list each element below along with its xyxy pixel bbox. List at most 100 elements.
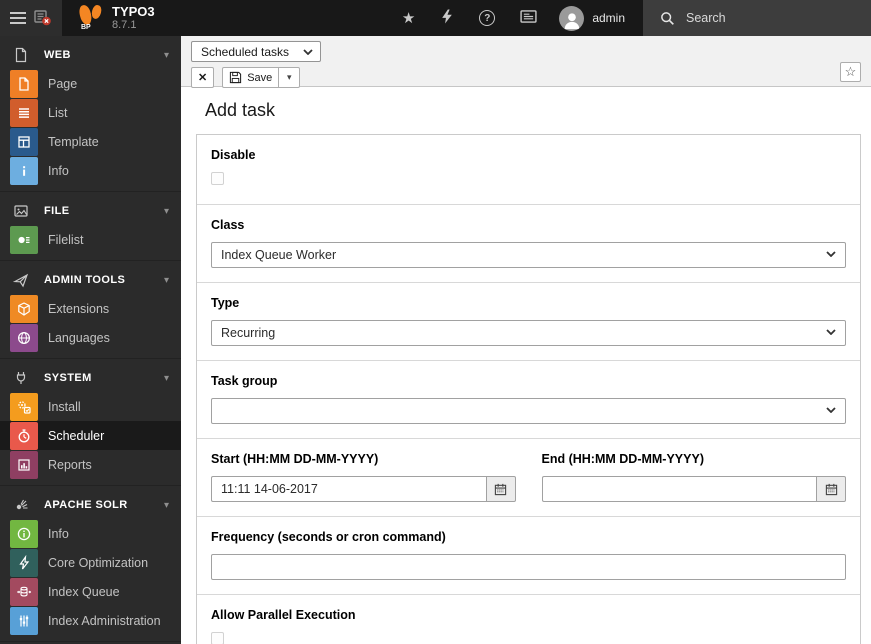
rocket-icon — [12, 272, 29, 288]
user-name: admin — [592, 11, 625, 25]
sidebar-item-label: Page — [48, 76, 78, 91]
parallel-checkbox[interactable] — [211, 632, 224, 644]
plug-icon — [13, 370, 29, 386]
start-calendar-button[interactable] — [485, 476, 516, 502]
clear-cache-bolt-icon[interactable] — [440, 9, 454, 27]
save-options-button[interactable]: ▾ — [279, 67, 301, 88]
sidebar-item-index-queue[interactable]: Index Queue — [0, 577, 181, 606]
menu-section-web: WEB ▾ Page List Template Info — [0, 36, 181, 192]
help-icon[interactable]: ? — [479, 10, 496, 26]
calendar-icon — [825, 483, 837, 495]
module-function-select[interactable]: Scheduled tasks — [191, 41, 322, 62]
scheduler-clock-icon — [10, 421, 38, 450]
start-field-column: Start (HH:MM DD-MM-YYYY) — [211, 452, 516, 502]
info-icon — [10, 156, 38, 185]
start-input[interactable] — [211, 476, 486, 502]
disable-label: Disable — [211, 148, 256, 162]
save-button[interactable]: Save — [222, 67, 280, 88]
typo3-logo-icon: BP — [77, 3, 104, 31]
sidebar-item-install[interactable]: Install — [0, 392, 181, 421]
sidebar-item-label: Index Queue — [48, 584, 120, 599]
class-label: Class — [211, 218, 245, 232]
parallel-label: Allow Parallel Execution — [211, 608, 356, 622]
sidebar-item-filelist[interactable]: Filelist — [0, 225, 181, 254]
index-administration-sliders-icon — [10, 606, 38, 635]
sidebar-item-label: Info — [48, 163, 69, 178]
floppy-disk-icon — [230, 71, 242, 84]
module-body: Scheduled tasks ✕ Save ▾ ☆ Add task Disa… — [181, 36, 871, 644]
brand-version: 8.7.1 — [112, 19, 137, 31]
sidebar-item-index-administration[interactable]: Index Administration — [0, 606, 181, 635]
menu-header-apache-solr[interactable]: APACHE SOLR ▾ — [0, 491, 181, 519]
save-split-button: Save ▾ — [222, 67, 301, 88]
extensions-cube-icon — [10, 294, 38, 323]
frequency-input[interactable] — [211, 554, 846, 580]
opendocs-icon[interactable] — [34, 10, 52, 26]
end-input[interactable] — [541, 476, 816, 502]
form-section-class: Class Index Queue Worker — [197, 204, 860, 282]
search-box[interactable]: Search — [643, 0, 871, 36]
menu-header-system[interactable]: SYSTEM ▾ — [0, 364, 181, 392]
sidebar-item-solr-info[interactable]: Info — [0, 519, 181, 548]
menu-header-web[interactable]: WEB ▾ — [0, 41, 181, 69]
module-select-value: Scheduled tasks — [201, 44, 290, 59]
bookmarks-star-icon[interactable]: ★ — [402, 11, 415, 26]
docheader-buttons: ✕ Save ▾ — [191, 67, 861, 88]
menu-header-admin-tools[interactable]: ADMIN TOOLS ▾ — [0, 266, 181, 294]
chevron-down-icon: ▾ — [163, 372, 169, 384]
task-group-label: Task group — [211, 374, 278, 388]
calendar-icon — [494, 483, 507, 495]
sidebar-item-label: List — [48, 105, 68, 120]
chevron-down-icon: ▾ — [163, 49, 169, 61]
menu-section-system: SYSTEM ▾ Install Scheduler Reports — [0, 359, 181, 486]
topbar: BP TYPO3 8.7.1 ★ ? admin Search — [0, 0, 871, 36]
index-queue-database-icon — [10, 577, 38, 606]
type-select[interactable]: Recurring — [211, 320, 846, 346]
sidebar-item-reports[interactable]: Reports — [0, 450, 181, 479]
search-icon — [661, 11, 674, 25]
sidebar-item-extensions[interactable]: Extensions — [0, 294, 181, 323]
menu-section-apache-solr: APACHE SOLR ▾ Info Core Optimization Ind… — [0, 486, 181, 642]
user-menu[interactable]: admin — [559, 0, 643, 36]
content-area: Add task Disable Class Index Queue Worke… — [181, 100, 871, 644]
menu-header-label: SYSTEM — [44, 372, 92, 384]
solr-sun-icon — [13, 497, 29, 513]
class-select[interactable]: Index Queue Worker — [211, 242, 846, 268]
menu-icon[interactable] — [10, 12, 26, 24]
list-icon — [10, 98, 38, 127]
chevron-down-icon — [826, 329, 836, 335]
sidebar-item-languages[interactable]: Languages — [0, 323, 181, 352]
menu-header-file[interactable]: FILE ▾ — [0, 197, 181, 225]
module-menu: WEB ▾ Page List Template Info FILE ▾ Fil… — [0, 36, 181, 644]
close-button[interactable]: ✕ — [191, 67, 215, 88]
start-label: Start (HH:MM DD-MM-YYYY) — [211, 452, 379, 466]
form-section-task-group: Task group — [197, 360, 860, 438]
bookmark-button[interactable]: ☆ — [840, 62, 861, 82]
sidebar-item-scheduler[interactable]: Scheduler — [0, 421, 181, 450]
menu-header-label: ADMIN TOOLS — [44, 274, 126, 286]
task-form: Disable Class Index Queue Worker Type Re… — [196, 134, 861, 644]
frequency-label: Frequency (seconds or cron command) — [211, 530, 446, 544]
chevron-down-icon — [826, 407, 836, 413]
sidebar-item-template[interactable]: Template — [0, 127, 181, 156]
install-gears-icon — [10, 392, 38, 421]
task-group-select[interactable] — [211, 398, 846, 424]
disable-checkbox[interactable] — [211, 172, 224, 185]
end-calendar-button[interactable] — [816, 476, 846, 502]
form-section-start-end: Start (HH:MM DD-MM-YYYY) 11:11 14-06-201… — [197, 438, 860, 516]
type-label: Type — [211, 296, 240, 310]
end-label: End (HH:MM DD-MM-YYYY) — [541, 452, 704, 466]
form-section-parallel: Allow Parallel Execution — [197, 594, 860, 644]
type-select-value: Recurring — [221, 326, 276, 340]
form-section-type: Type Recurring — [197, 282, 860, 360]
sidebar-item-label: Extensions — [48, 301, 110, 316]
sidebar-item-info[interactable]: Info — [0, 156, 181, 185]
chevron-down-icon — [826, 251, 836, 257]
sidebar-item-label: Filelist — [48, 232, 84, 247]
brand[interactable]: BP TYPO3 8.7.1 — [62, 0, 181, 36]
sidebar-item-page[interactable]: Page — [0, 69, 181, 98]
sidebar-item-core-optimization[interactable]: Core Optimization — [0, 548, 181, 577]
menu-header-label: FILE — [44, 205, 70, 217]
systeminfo-icon[interactable] — [520, 10, 537, 26]
sidebar-item-list[interactable]: List — [0, 98, 181, 127]
